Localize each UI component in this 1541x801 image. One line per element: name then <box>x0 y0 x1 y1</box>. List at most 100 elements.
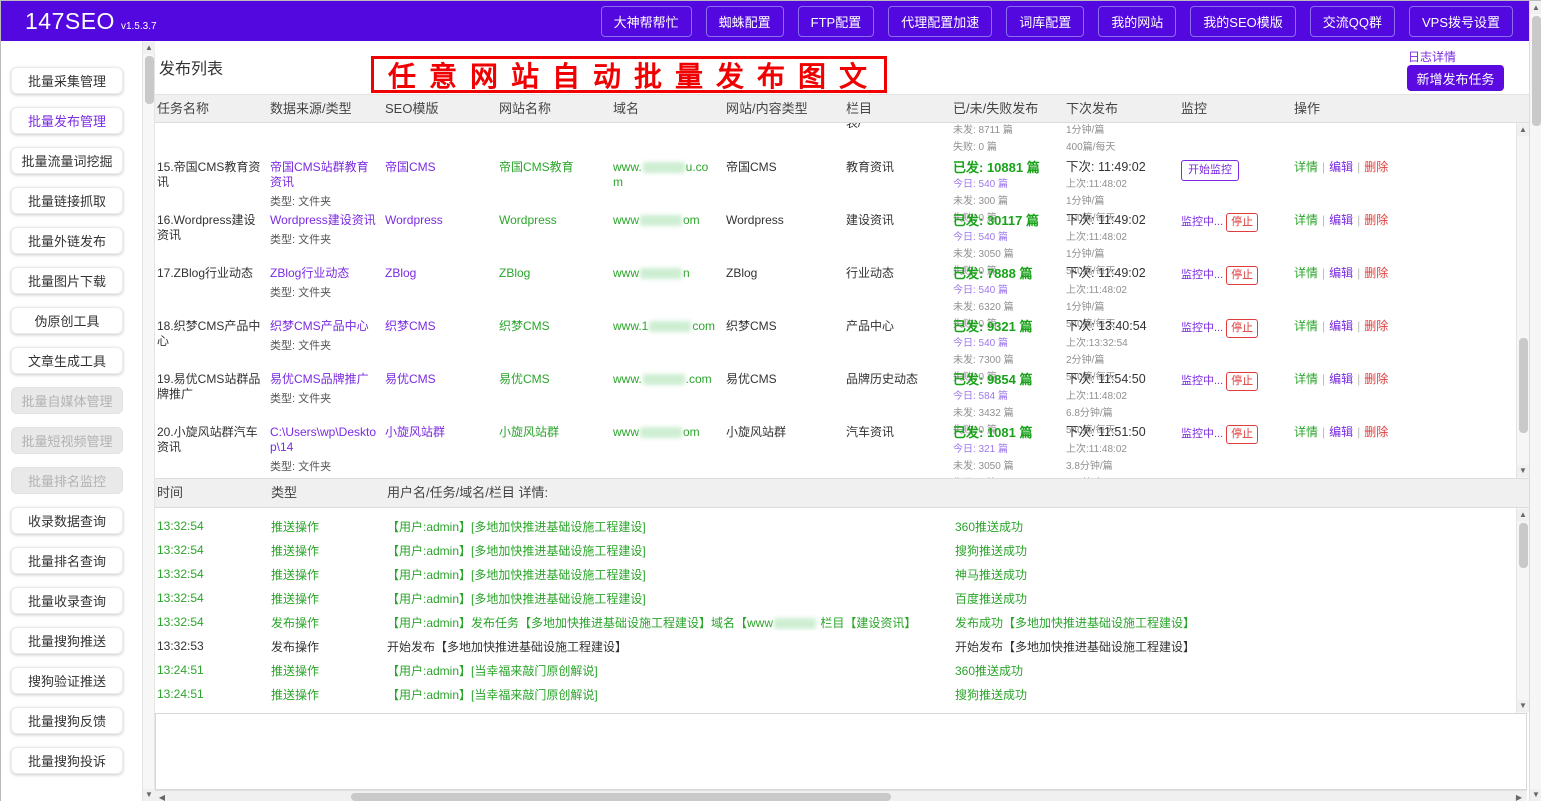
delete-link[interactable]: 删除 <box>1364 266 1388 280</box>
domain-link[interactable]: www.1com <box>613 319 715 333</box>
site-name-link[interactable]: Wordpress <box>499 213 557 227</box>
scroll-up-icon[interactable]: ▲ <box>1530 2 1541 14</box>
topbar-nav-item-0[interactable]: 大神帮帮忙 <box>601 6 692 37</box>
topbar-nav-item-1[interactable]: 蜘蛛配置 <box>706 6 784 37</box>
sidebar-item-7[interactable]: 文章生成工具 <box>11 347 123 374</box>
new-task-button[interactable]: 新增发布任务 <box>1407 65 1504 91</box>
delete-link[interactable]: 删除 <box>1364 372 1388 386</box>
partial-category: 表/ <box>846 123 953 153</box>
last-time: 上次:13:32:54 <box>1066 336 1173 351</box>
scroll-up-icon[interactable]: ▲ <box>143 42 155 54</box>
scroll-right-icon[interactable]: ▶ <box>1513 792 1525 801</box>
topbar-nav-item-6[interactable]: 我的SEO模版 <box>1190 6 1295 37</box>
sidebar-item-4[interactable]: 批量外链发布 <box>11 227 123 254</box>
sidebar-item-13[interactable]: 批量收录查询 <box>11 587 123 614</box>
delete-link[interactable]: 删除 <box>1364 319 1388 333</box>
seo-template-link[interactable]: 小旋风站群 <box>385 425 445 439</box>
scroll-down-icon[interactable]: ▼ <box>143 789 155 801</box>
scroll-down-icon[interactable]: ▼ <box>1517 465 1529 477</box>
scroll-down-icon[interactable]: ▼ <box>1530 789 1541 801</box>
window-scrollbar-thumb[interactable] <box>1532 16 1541 126</box>
detail-link[interactable]: 详情 <box>1294 319 1318 333</box>
scroll-up-icon[interactable]: ▲ <box>1517 124 1529 136</box>
detail-link[interactable]: 详情 <box>1294 213 1318 227</box>
edit-link[interactable]: 编辑 <box>1329 266 1353 280</box>
sidebar-scrollbar[interactable]: ▲ ▼ <box>142 41 155 801</box>
log-scrollbar[interactable]: ▲ ▼ <box>1516 508 1529 713</box>
task-source-link[interactable]: Wordpress建设资讯 <box>270 213 376 227</box>
stop-monitor-button[interactable]: 停止 <box>1226 319 1258 338</box>
sidebar-item-10: 批量排名监控 <box>11 467 123 494</box>
scroll-down-icon[interactable]: ▼ <box>1517 700 1529 712</box>
task-source-link[interactable]: 易优CMS品牌推广 <box>270 372 369 386</box>
seo-template-link[interactable]: Wordpress <box>385 213 443 227</box>
scroll-up-icon[interactable]: ▲ <box>1517 509 1529 521</box>
horizontal-scrollbar[interactable]: ◀ ▶ <box>155 790 1527 801</box>
scroll-left-icon[interactable]: ◀ <box>156 792 168 801</box>
stop-monitor-button[interactable]: 停止 <box>1226 213 1258 232</box>
edit-link[interactable]: 编辑 <box>1329 213 1353 227</box>
sidebar-item-8: 批量自媒体管理 <box>11 387 123 414</box>
detail-link[interactable]: 详情 <box>1294 372 1318 386</box>
site-name-link[interactable]: 帝国CMS教育 <box>499 160 574 174</box>
topbar-nav-item-7[interactable]: 交流QQ群 <box>1310 6 1395 37</box>
log-type: 推送操作 <box>271 542 387 559</box>
seo-template-link[interactable]: 织梦CMS <box>385 319 436 333</box>
start-monitor-button[interactable]: 开始监控 <box>1181 160 1239 181</box>
detail-link[interactable]: 详情 <box>1294 160 1318 174</box>
domain-link[interactable]: www.u.com <box>613 160 708 189</box>
seo-template-link[interactable]: ZBlog <box>385 266 416 280</box>
task-source-link[interactable]: 帝国CMS站群教育资讯 <box>270 160 369 189</box>
sidebar-item-0[interactable]: 批量采集管理 <box>11 67 123 94</box>
delete-link[interactable]: 删除 <box>1364 213 1388 227</box>
site-name-link[interactable]: 小旋风站群 <box>499 425 559 439</box>
topbar-nav-item-8[interactable]: VPS拨号设置 <box>1409 6 1513 37</box>
detail-link[interactable]: 详情 <box>1294 425 1318 439</box>
sidebar-item-16[interactable]: 批量搜狗反馈 <box>11 707 123 734</box>
edit-link[interactable]: 编辑 <box>1329 319 1353 333</box>
site-name-link[interactable]: 易优CMS <box>499 372 550 386</box>
horizontal-scrollbar-thumb[interactable] <box>351 793 891 801</box>
site-name-link[interactable]: 织梦CMS <box>499 319 550 333</box>
task-source-link[interactable]: 织梦CMS产品中心 <box>270 319 369 333</box>
detail-link[interactable]: 详情 <box>1294 266 1318 280</box>
domain-link[interactable]: wwwom <box>613 425 700 439</box>
sidebar-item-15[interactable]: 搜狗验证推送 <box>11 667 123 694</box>
stop-monitor-button[interactable]: 停止 <box>1226 266 1258 285</box>
sidebar-scrollbar-thumb[interactable] <box>145 56 154 104</box>
stop-monitor-button[interactable]: 停止 <box>1226 372 1258 391</box>
sidebar-item-6[interactable]: 伪原创工具 <box>11 307 123 334</box>
topbar-nav: 大神帮帮忙蜘蛛配置 FTP配置代理配置加速词库配置我的网站我的SEO模版交流QQ群… <box>601 6 1513 37</box>
sidebar-item-5[interactable]: 批量图片下载 <box>11 267 123 294</box>
delete-link[interactable]: 删除 <box>1364 425 1388 439</box>
topbar-nav-item-2[interactable]: FTP配置 <box>798 6 875 37</box>
log-scrollbar-thumb[interactable] <box>1519 523 1528 568</box>
log-detail-link[interactable]: 日志详情 <box>1408 48 1456 65</box>
sidebar-item-1[interactable]: 批量发布管理 <box>11 107 123 134</box>
edit-link[interactable]: 编辑 <box>1329 160 1353 174</box>
topbar-nav-item-5[interactable]: 我的网站 <box>1098 6 1176 37</box>
topbar-nav-item-3[interactable]: 代理配置加速 <box>888 6 992 37</box>
sidebar-item-17[interactable]: 批量搜狗投诉 <box>11 747 123 774</box>
domain-link[interactable]: www..com <box>613 372 712 386</box>
sidebar-item-11[interactable]: 收录数据查询 <box>11 507 123 534</box>
sidebar-item-3[interactable]: 批量链接抓取 <box>11 187 123 214</box>
site-name-link[interactable]: ZBlog <box>499 266 530 280</box>
task-source-link[interactable]: C:\Users\wp\Desktop\14 <box>270 425 376 454</box>
seo-template-link[interactable]: 易优CMS <box>385 372 436 386</box>
edit-link[interactable]: 编辑 <box>1329 425 1353 439</box>
topbar-nav-item-4[interactable]: 词库配置 <box>1006 6 1084 37</box>
task-source-link[interactable]: ZBlog行业动态 <box>270 266 349 280</box>
stop-monitor-button[interactable]: 停止 <box>1226 425 1258 444</box>
task-scrollbar-thumb[interactable] <box>1519 338 1528 433</box>
seo-template-link[interactable]: 帝国CMS <box>385 160 436 174</box>
sidebar-item-14[interactable]: 批量搜狗推送 <box>11 627 123 654</box>
task-scrollbar[interactable]: ▲ ▼ <box>1516 123 1529 478</box>
delete-link[interactable]: 删除 <box>1364 160 1388 174</box>
domain-link[interactable]: wwwn <box>613 266 690 280</box>
window-scrollbar[interactable]: ▲ ▼ <box>1529 1 1541 801</box>
edit-link[interactable]: 编辑 <box>1329 372 1353 386</box>
sidebar-item-12[interactable]: 批量排名查询 <box>11 547 123 574</box>
domain-link[interactable]: wwwom <box>613 213 700 227</box>
sidebar-item-2[interactable]: 批量流量词挖掘 <box>11 147 123 174</box>
